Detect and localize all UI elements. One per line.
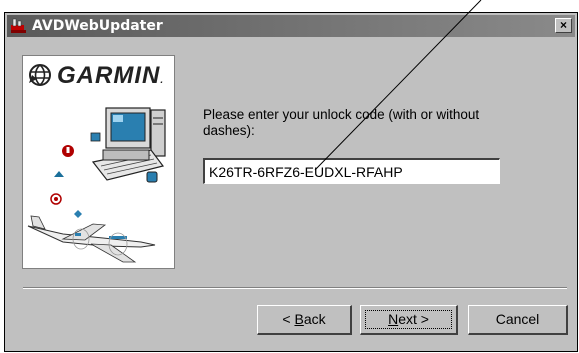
back-button[interactable]: < Back	[257, 305, 352, 335]
garmin-logo: GARMIN.	[27, 62, 167, 90]
focus-rectangle	[365, 310, 452, 329]
brand-panel: GARMIN.	[22, 55, 175, 269]
cancel-button[interactable]: Cancel	[468, 305, 568, 335]
close-icon: ×	[559, 18, 567, 32]
computer-airplane-illustration	[27, 107, 166, 263]
garmin-globe-icon	[29, 64, 51, 86]
window-title: AVDWebUpdater	[32, 18, 163, 34]
installer-icon	[11, 18, 26, 33]
divider	[23, 287, 567, 289]
title-bar[interactable]: AVDWebUpdater ×	[7, 15, 575, 37]
dialog-window: AVDWebUpdater × GARMIN. Please enter you…	[4, 12, 578, 352]
unlock-code-input[interactable]	[203, 158, 500, 184]
close-button[interactable]: ×	[555, 18, 572, 33]
next-button[interactable]: Next >	[360, 305, 458, 335]
unlock-code-prompt: Please enter your unlock code (with or w…	[203, 107, 480, 138]
garmin-logo-text: GARMIN.	[57, 62, 165, 89]
